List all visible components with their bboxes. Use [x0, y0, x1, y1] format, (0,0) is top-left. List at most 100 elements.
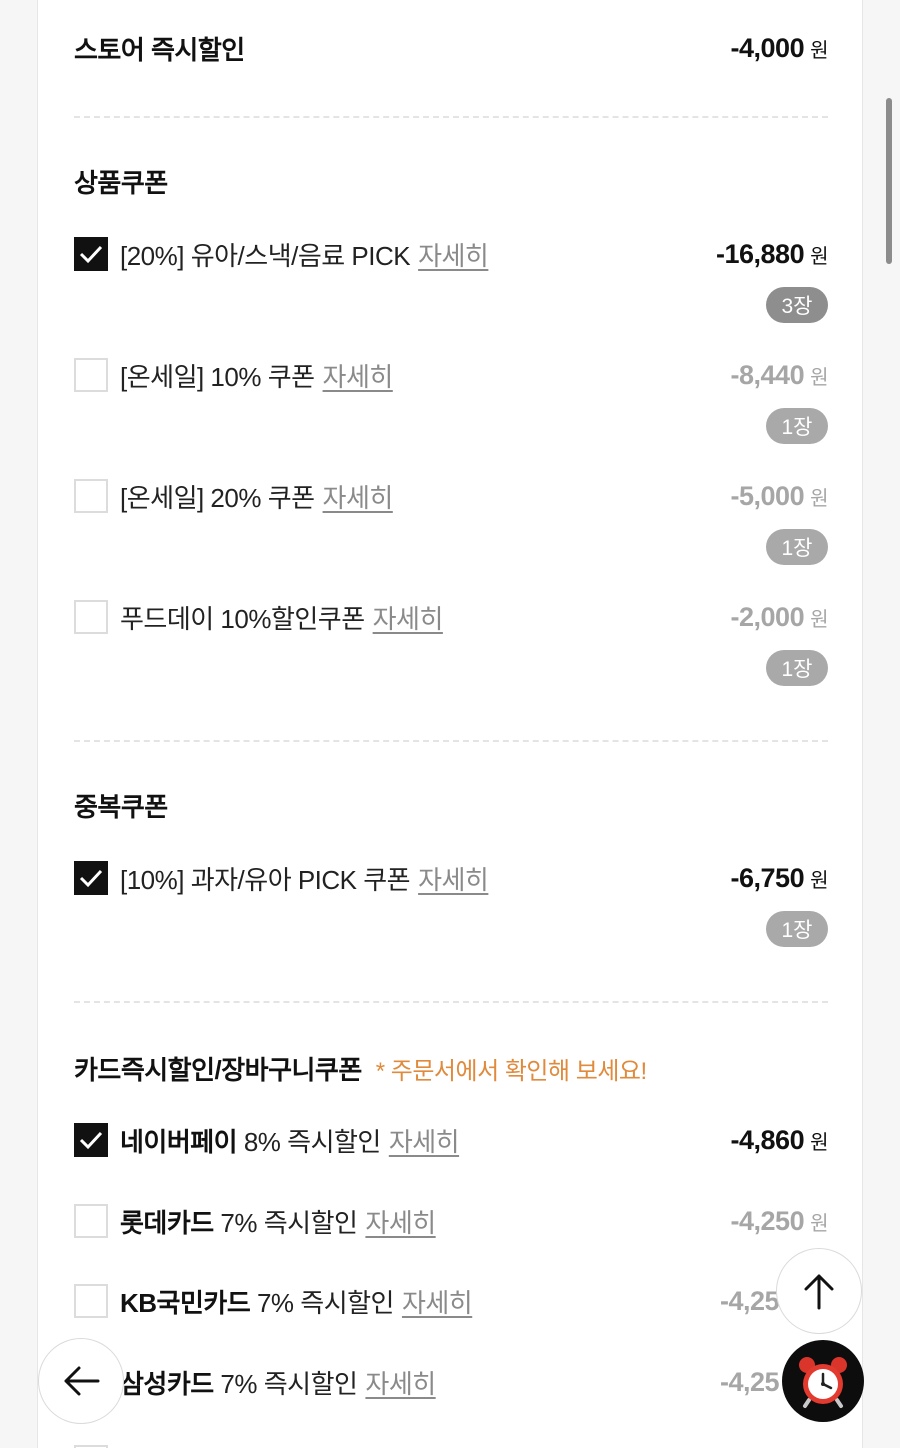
currency-label: 원: [810, 487, 828, 510]
card-brand: 롯데카드: [120, 1207, 214, 1238]
card-discount-rate: 8% 즉시할인: [243, 1126, 381, 1157]
coupon-checkbox[interactable]: [74, 237, 108, 271]
coupon-count-badge: 3장: [766, 287, 828, 323]
coupon-amount: -5,000 원: [730, 480, 829, 512]
card-discounts-note: * 주문서에서 확인해 보세요!: [375, 1057, 647, 1085]
card-label: 삼성카드 7% 즉시할인 자세히: [120, 1364, 720, 1401]
currency-label: 원: [810, 608, 828, 631]
coupon-count-badge: 1장: [766, 650, 828, 686]
section-divider: [74, 116, 828, 118]
card-label: 롯데카드 7% 즉시할인 자세히: [120, 1203, 731, 1240]
product-coupons-header: 상품쿠폰: [74, 161, 828, 201]
product-coupon-item[interactable]: [온세일] 20% 쿠폰 자세히 -5,000 원: [74, 476, 828, 516]
coupon-name: [20%] 유아/스낵/음료 PICK: [120, 240, 411, 271]
card-discounts-header: 카드즉시할인/장바구니쿠폰 * 주문서에서 확인해 보세요!: [74, 1048, 828, 1088]
currency-label: 원: [810, 1212, 828, 1235]
card-brand: KB국민카드: [120, 1287, 251, 1318]
card-discount-rate: 7% 즉시할인: [220, 1368, 358, 1399]
card-detail-link[interactable]: 자세히: [402, 1288, 473, 1318]
coupon-label: 푸드데이 10%할인쿠폰 자세히: [120, 599, 731, 636]
check-icon: [79, 245, 103, 264]
coupon-panel: 스토어 즉시할인 -4,000 원 상품쿠폰 [20%] 유아/스낵/음료 PI…: [37, 0, 863, 1448]
section-divider: [74, 740, 828, 742]
card-amount: -4,250 원: [730, 1205, 829, 1237]
card-amount: -4,25: [719, 1366, 780, 1398]
coupon-detail-link[interactable]: 자세히: [418, 241, 489, 271]
arrow-left-icon: [64, 1366, 100, 1396]
card-checkbox[interactable]: [74, 1123, 108, 1157]
store-discount-amount: -4,000 원: [730, 32, 829, 64]
currency-label: 원: [810, 39, 828, 62]
coupon-detail-link[interactable]: 자세히: [373, 604, 444, 634]
check-icon: [79, 1131, 103, 1150]
coupon-name: 푸드데이 10%할인쿠폰: [120, 603, 365, 634]
check-icon: [79, 869, 103, 888]
product-coupon-item[interactable]: 푸드데이 10%할인쿠폰 자세히 -2,000 원: [74, 597, 828, 637]
coupon-amount-value: -6,750: [730, 862, 805, 893]
stack-coupon-item[interactable]: [10%] 과자/유아 PICK 쿠폰 자세히 -6,750 원: [74, 858, 828, 898]
card-amount-value: -4,25: [719, 1366, 780, 1397]
card-brand: 네이버페이: [120, 1126, 238, 1157]
coupon-amount: -16,880 원: [716, 239, 828, 270]
coupon-checkbox[interactable]: [74, 861, 108, 895]
card-discount-rate: 7% 즉시할인: [256, 1287, 394, 1318]
coupon-label: [20%] 유아/스낵/음료 PICK 자세히: [120, 236, 716, 273]
currency-label: 원: [810, 869, 828, 892]
product-coupon-item[interactable]: [온세일] 10% 쿠폰 자세히 -8,440 원: [74, 355, 828, 395]
coupon-checkbox[interactable]: [74, 600, 108, 634]
card-discount-item[interactable]: 롯데카드 7% 즉시할인 자세히 -4,250 원: [74, 1201, 828, 1241]
card-checkbox[interactable]: [74, 1204, 108, 1238]
card-detail-link[interactable]: 자세히: [365, 1208, 436, 1238]
coupon-amount-value: -8,440: [730, 359, 805, 390]
coupon-label: [온세일] 10% 쿠폰 자세히: [120, 357, 731, 394]
coupon-amount: -6,750 원: [730, 862, 829, 894]
coupon-detail-link[interactable]: 자세히: [418, 865, 489, 895]
currency-label: 원: [810, 366, 828, 389]
card-checkbox[interactable]: [74, 1284, 108, 1318]
alarm-button[interactable]: [782, 1340, 864, 1422]
coupon-count-badge: 1장: [766, 911, 828, 947]
section-divider: [74, 1001, 828, 1003]
stack-coupons-header: 중복쿠폰: [74, 785, 828, 825]
coupon-checkbox[interactable]: [74, 479, 108, 513]
store-discount-amount-value: -4,000: [730, 32, 805, 63]
coupon-detail-link[interactable]: 자세히: [323, 483, 394, 513]
scroll-top-button[interactable]: [776, 1248, 862, 1334]
arrow-up-icon: [804, 1274, 834, 1310]
card-detail-link[interactable]: 자세히: [365, 1369, 436, 1399]
card-discount-item[interactable]: KB국민카드 7% 즉시할인 자세히 -4,25: [74, 1281, 780, 1321]
coupon-amount-value: -5,000: [730, 480, 805, 511]
coupon-checkbox[interactable]: [74, 358, 108, 392]
coupon-detail-link[interactable]: 자세히: [323, 362, 394, 392]
card-discount-rate: 7% 즉시할인: [220, 1207, 358, 1238]
coupon-name: [10%] 과자/유아 PICK 쿠폰: [120, 864, 411, 895]
product-coupons-title: 상품쿠폰: [74, 167, 168, 198]
store-discount-title: 스토어 즉시할인: [74, 34, 245, 65]
coupon-label: [온세일] 20% 쿠폰 자세히: [120, 478, 731, 515]
card-amount: -4,25: [720, 1286, 780, 1317]
coupon-count-badge: 1장: [766, 529, 828, 565]
product-coupon-item[interactable]: [20%] 유아/스낵/음료 PICK 자세히 -16,880 원: [74, 234, 828, 274]
card-discount-item[interactable]: 네이버페이 8% 즉시할인 자세히 -4,860 원: [74, 1120, 828, 1160]
store-discount-row: 스토어 즉시할인 -4,000 원: [74, 28, 828, 68]
card-discount-item-partial[interactable]: [74, 1442, 828, 1448]
coupon-amount-value: -2,000: [730, 601, 805, 632]
coupon-count-badge: 1장: [766, 408, 828, 444]
card-amount-value: -4,250: [730, 1205, 805, 1236]
back-button[interactable]: [38, 1338, 124, 1424]
coupon-amount: -8,440 원: [730, 359, 829, 391]
stack-coupons-title: 중복쿠폰: [74, 791, 168, 822]
card-detail-link[interactable]: 자세히: [389, 1127, 460, 1157]
coupon-label: [10%] 과자/유아 PICK 쿠폰 자세히: [120, 860, 731, 897]
card-label: KB국민카드 7% 즉시할인 자세히: [120, 1283, 720, 1320]
card-amount: -4,860 원: [730, 1124, 829, 1156]
card-discounts-title: 카드즉시할인/장바구니쿠폰: [74, 1054, 362, 1085]
coupon-name: [온세일] 20% 쿠폰: [120, 482, 315, 513]
currency-label: 원: [810, 245, 828, 268]
card-amount-value: -4,860: [730, 1124, 805, 1155]
scrollbar-thumb[interactable]: [886, 98, 892, 264]
card-label: 네이버페이 8% 즉시할인 자세히: [120, 1122, 731, 1159]
currency-label: 원: [810, 1131, 828, 1154]
card-discount-item[interactable]: 삼성카드 7% 즉시할인 자세히 -4,25: [74, 1362, 780, 1402]
alarm-clock-icon: [799, 1357, 847, 1408]
